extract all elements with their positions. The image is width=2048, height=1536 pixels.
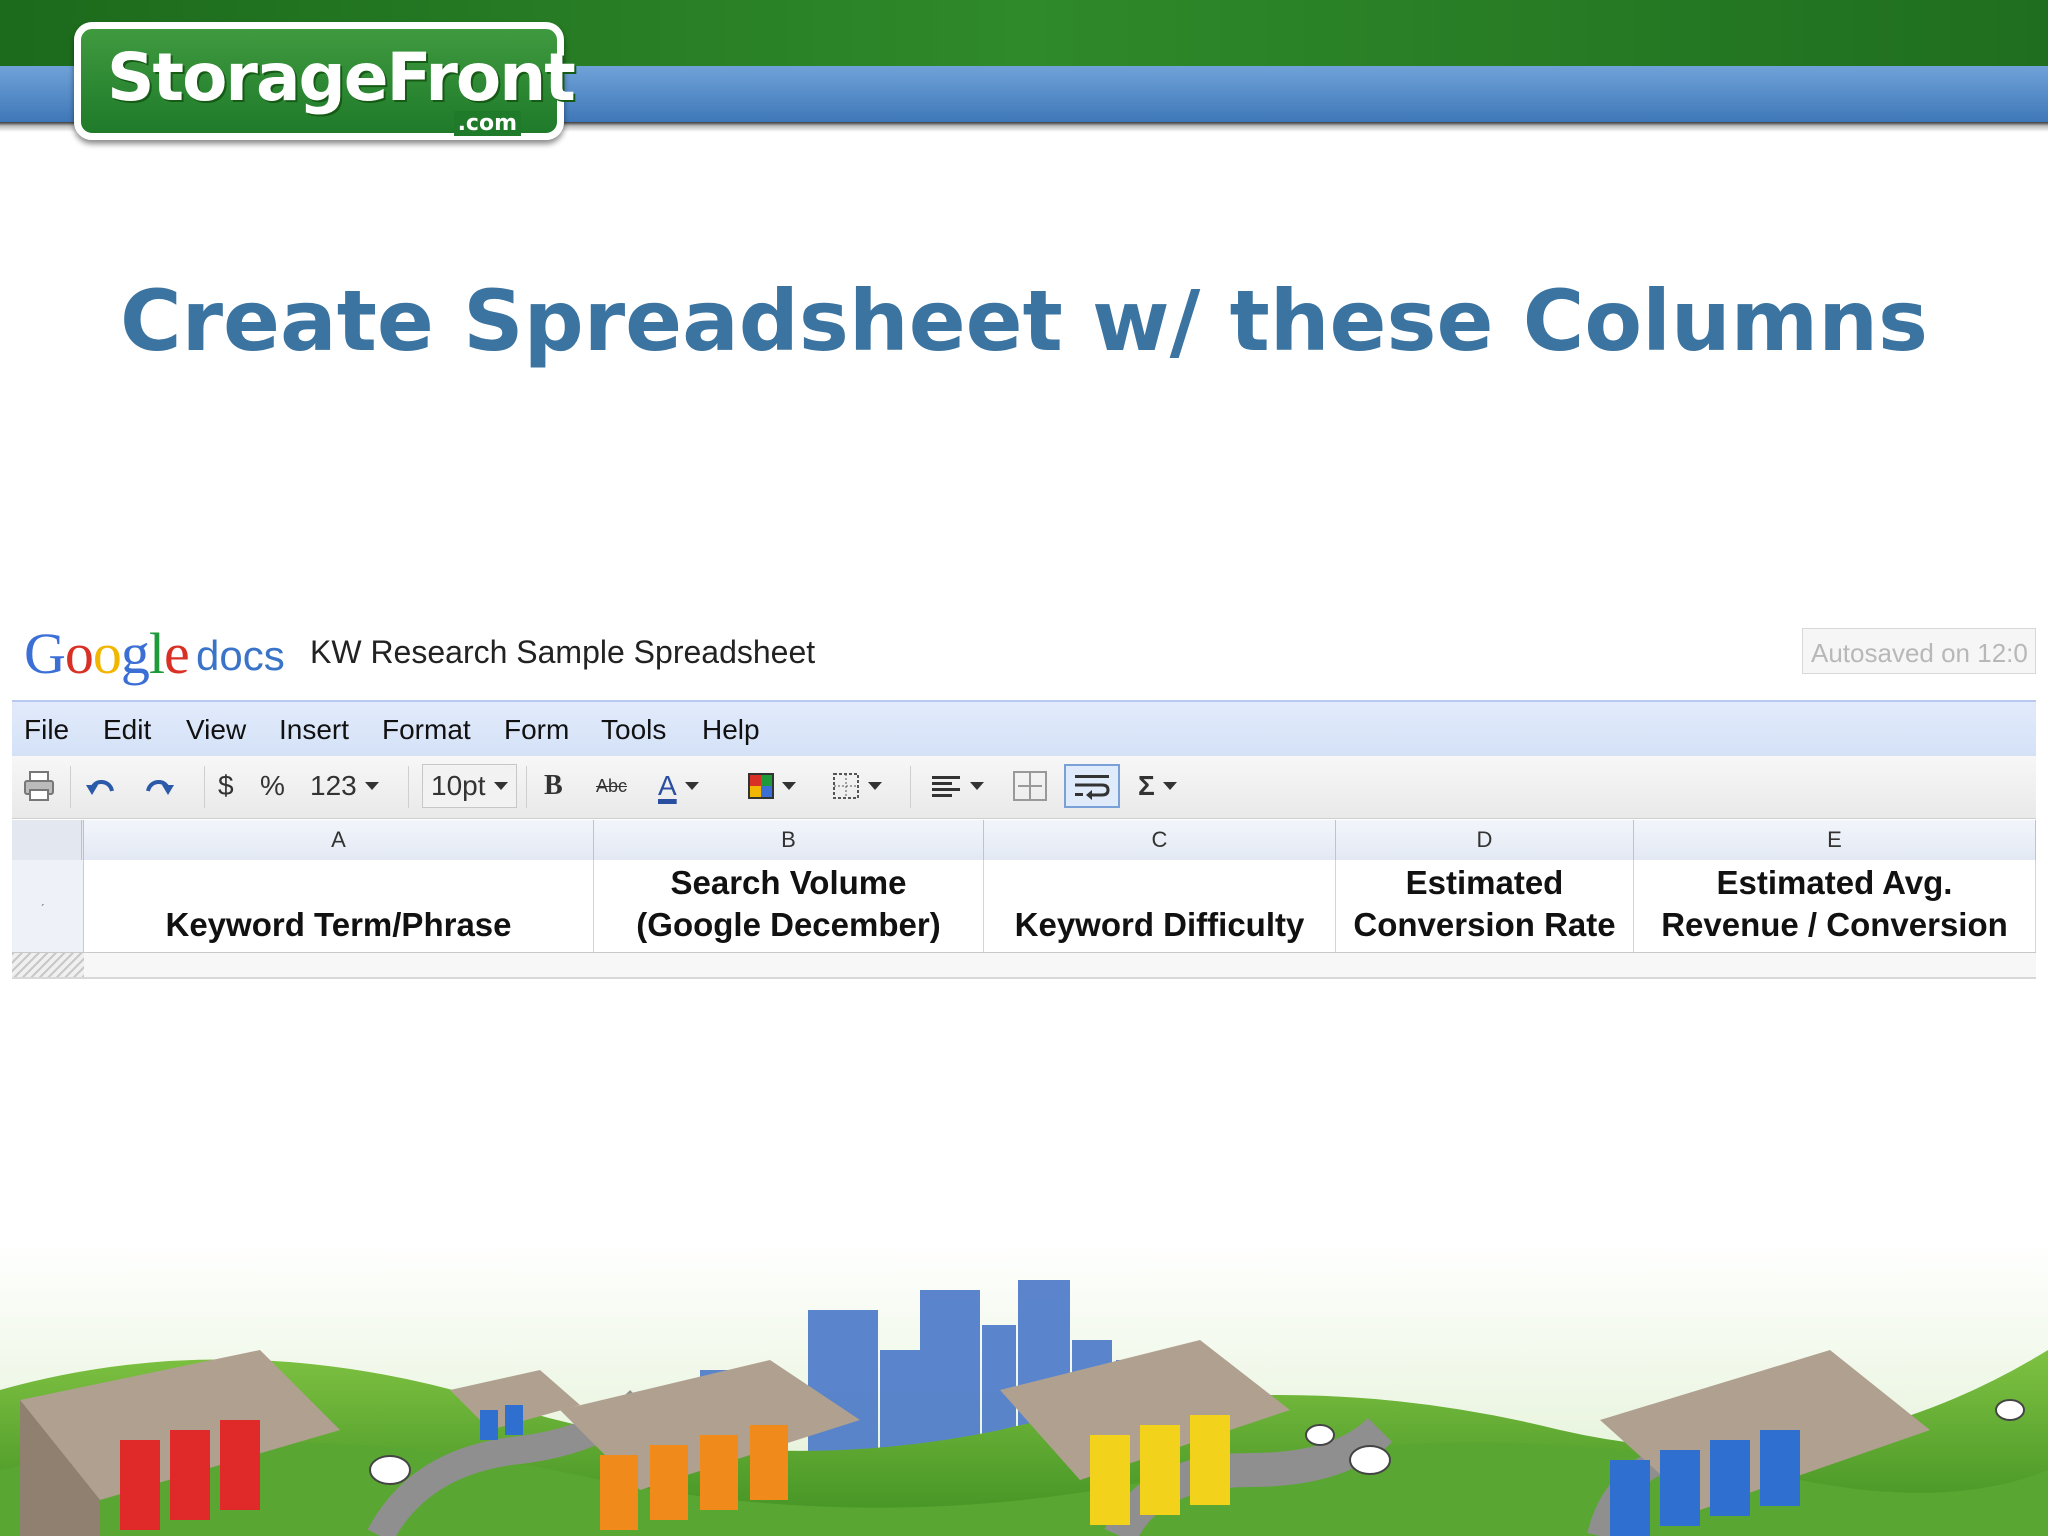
- google-logo-letter: o: [64, 621, 94, 686]
- cell-e1[interactable]: Estimated Avg. Revenue / Conversion: [1634, 860, 2036, 952]
- strikethrough-button[interactable]: Abc: [596, 764, 627, 808]
- column-header-c[interactable]: C: [984, 820, 1336, 860]
- undo-icon[interactable]: [84, 764, 120, 808]
- currency-format-button[interactable]: $: [218, 764, 234, 808]
- bold-button[interactable]: B: [544, 764, 563, 808]
- row-header-1[interactable]: ˏ: [12, 860, 84, 952]
- column-header-a[interactable]: A: [84, 820, 594, 860]
- column-header-d[interactable]: D: [1336, 820, 1634, 860]
- sigma-icon: Σ: [1138, 770, 1155, 801]
- cell-d1[interactable]: Estimated Conversion Rate: [1336, 860, 1634, 952]
- font-size-dropdown[interactable]: 10pt: [422, 764, 517, 808]
- docs-header: Google docs KW Research Sample Spreadshe…: [12, 610, 2036, 696]
- font-size-label: 10pt: [431, 770, 486, 801]
- chevron-down-icon: [782, 782, 796, 790]
- google-logo-letter: G: [24, 621, 66, 686]
- number-format-dropdown[interactable]: 123: [310, 764, 379, 808]
- functions-dropdown[interactable]: Σ: [1138, 764, 1177, 808]
- menu-form[interactable]: Form: [504, 714, 569, 746]
- menu-help[interactable]: Help: [702, 714, 760, 746]
- chevron-down-icon: [684, 782, 699, 790]
- google-logo-letter: o: [92, 621, 122, 686]
- row-header-2[interactable]: [12, 953, 84, 977]
- borders-dropdown[interactable]: [832, 764, 882, 808]
- percent-format-button[interactable]: %: [260, 764, 285, 808]
- align-left-icon: [932, 776, 960, 797]
- column-header-e[interactable]: E: [1634, 820, 2036, 860]
- redo-icon[interactable]: [140, 764, 176, 808]
- header-banner: StorageFront .com: [0, 0, 2048, 140]
- table-row: [12, 953, 2036, 979]
- chevron-down-icon: [1162, 782, 1177, 790]
- align-dropdown[interactable]: [930, 764, 984, 808]
- document-title[interactable]: KW Research Sample Spreadsheet: [310, 634, 815, 671]
- chevron-down-icon: [868, 782, 882, 790]
- menu-tools[interactable]: Tools: [601, 714, 666, 746]
- menu-insert[interactable]: Insert: [279, 714, 349, 746]
- column-header-b[interactable]: B: [594, 820, 984, 860]
- merge-cells-button[interactable]: [1012, 764, 1048, 808]
- logo-brand-text: StorageFront: [107, 39, 576, 116]
- wrap-text-icon: [1075, 775, 1110, 800]
- storagefront-logo[interactable]: StorageFront .com: [74, 22, 576, 140]
- row-number: ˏ: [40, 890, 45, 906]
- fill-color-icon: [748, 773, 774, 799]
- menu-edit[interactable]: Edit: [103, 714, 151, 746]
- spreadsheet-grid: A B C D E ˏ Keyword Term/Phrase Search V…: [12, 820, 2036, 984]
- text-color-dropdown[interactable]: A: [658, 764, 699, 808]
- table-row: ˏ Keyword Term/Phrase Search Volume (Goo…: [12, 860, 2036, 953]
- docs-product-label: docs: [196, 632, 285, 679]
- borders-icon: [833, 773, 859, 799]
- cell-c1[interactable]: Keyword Difficulty: [984, 860, 1336, 952]
- google-docs-window: Google docs KW Research Sample Spreadshe…: [12, 610, 2036, 984]
- wrap-text-button[interactable]: [1064, 764, 1120, 808]
- toolbar: $ % 123 10pt B Abc A Σ: [12, 756, 2036, 819]
- chevron-down-icon: [970, 782, 984, 790]
- google-logo-letter: e: [164, 621, 190, 686]
- menu-view[interactable]: View: [186, 714, 246, 746]
- storage-city-illustration: [0, 1240, 2048, 1536]
- column-header-row: A B C D E: [12, 820, 2036, 861]
- number-format-label: 123: [310, 770, 357, 801]
- google-logo-letter: g: [120, 621, 150, 686]
- chevron-down-icon: [364, 782, 379, 790]
- merge-cells-icon: [1013, 771, 1047, 801]
- cell-a1[interactable]: Keyword Term/Phrase: [84, 860, 594, 952]
- chevron-down-icon: [493, 782, 508, 790]
- select-all-corner[interactable]: [12, 820, 84, 860]
- printer-icon[interactable]: [22, 764, 56, 808]
- text-color-icon: A: [658, 770, 677, 801]
- google-logo[interactable]: Google: [24, 620, 190, 687]
- menu-format[interactable]: Format: [382, 714, 471, 746]
- menu-bar: File Edit View Insert Format Form Tools …: [12, 700, 2036, 756]
- cell-b1[interactable]: Search Volume (Google December): [594, 860, 984, 952]
- menu-file[interactable]: File: [24, 714, 69, 746]
- autosave-status: Autosaved on 12:0: [1802, 628, 2036, 674]
- google-logo-letter: l: [148, 621, 165, 686]
- fill-color-dropdown[interactable]: [748, 764, 796, 808]
- logo-dotcom-text: .com: [453, 111, 521, 136]
- slide-title: Create Spreadsheet w/ these Columns: [119, 272, 1928, 370]
